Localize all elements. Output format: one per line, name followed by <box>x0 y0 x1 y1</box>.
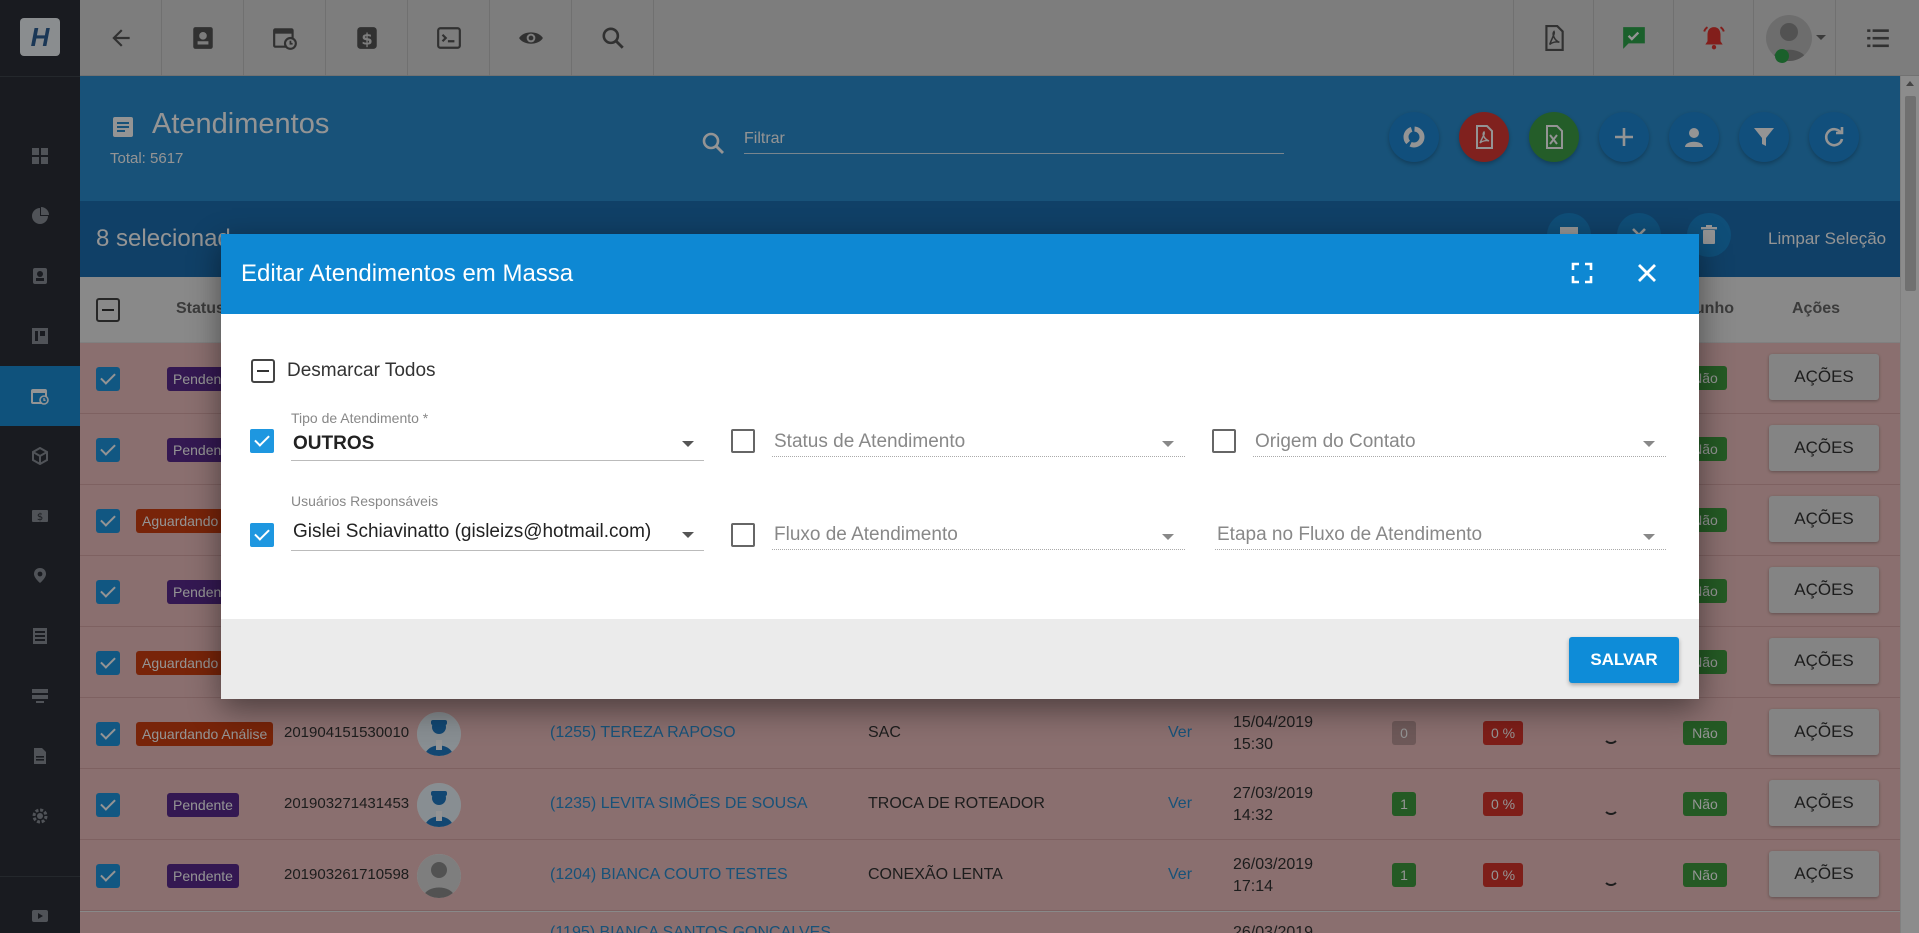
chevron-down-icon[interactable] <box>682 441 694 447</box>
etapa-fluxo-underline <box>1215 549 1666 550</box>
dialog-title: Editar Atendimentos em Massa <box>241 260 574 287</box>
chevron-down-icon[interactable] <box>682 532 694 538</box>
dialog-footer: SALVAR <box>221 619 1699 699</box>
origem-contato-underline <box>1253 456 1666 457</box>
etapa-fluxo-select[interactable]: Etapa no Fluxo de Atendimento <box>1217 524 1482 546</box>
deselect-all-checkbox[interactable] <box>251 359 275 383</box>
fluxo-atendimento-select[interactable]: Fluxo de Atendimento <box>774 524 958 546</box>
tipo-atendimento-checkbox[interactable] <box>250 429 274 453</box>
usuarios-responsaveis-underline <box>291 550 704 551</box>
origem-contato-checkbox[interactable] <box>1212 429 1236 453</box>
status-atendimento-select[interactable]: Status de Atendimento <box>774 431 965 453</box>
fullscreen-button[interactable] <box>1567 258 1597 288</box>
usuarios-responsaveis-label: Usuários Responsáveis <box>291 493 439 509</box>
close-icon <box>1638 264 1656 282</box>
fullscreen-icon <box>1571 262 1593 284</box>
dialog-body: Desmarcar Todos Tipo de Atendimento * OU… <box>221 314 1699 619</box>
fluxo-atendimento-underline <box>772 549 1185 550</box>
chevron-down-icon[interactable] <box>1643 441 1655 447</box>
chevron-down-icon[interactable] <box>1162 534 1174 540</box>
usuarios-responsaveis-select[interactable]: Gislei Schiavinatto (gisleizs@hotmail.co… <box>293 521 663 543</box>
status-atendimento-checkbox[interactable] <box>731 429 755 453</box>
fluxo-atendimento-checkbox[interactable] <box>731 523 755 547</box>
tipo-atendimento-underline <box>291 460 704 461</box>
usuarios-responsaveis-checkbox[interactable] <box>250 523 274 547</box>
tipo-atendimento-label: Tipo de Atendimento * <box>291 410 429 426</box>
origem-contato-select[interactable]: Origem do Contato <box>1255 431 1416 453</box>
tipo-atendimento-select[interactable]: OUTROS <box>293 433 653 455</box>
deselect-all-control[interactable]: Desmarcar Todos <box>251 359 436 383</box>
chevron-down-icon[interactable] <box>1643 534 1655 540</box>
dialog-header: Editar Atendimentos em Massa <box>221 234 1699 314</box>
status-atendimento-underline <box>772 456 1185 457</box>
close-dialog-button[interactable] <box>1632 258 1662 288</box>
bulk-edit-dialog: Editar Atendimentos em Massa Desmarcar T… <box>221 234 1699 699</box>
deselect-all-label: Desmarcar Todos <box>287 360 436 381</box>
save-button[interactable]: SALVAR <box>1569 637 1679 683</box>
chevron-down-icon[interactable] <box>1162 441 1174 447</box>
